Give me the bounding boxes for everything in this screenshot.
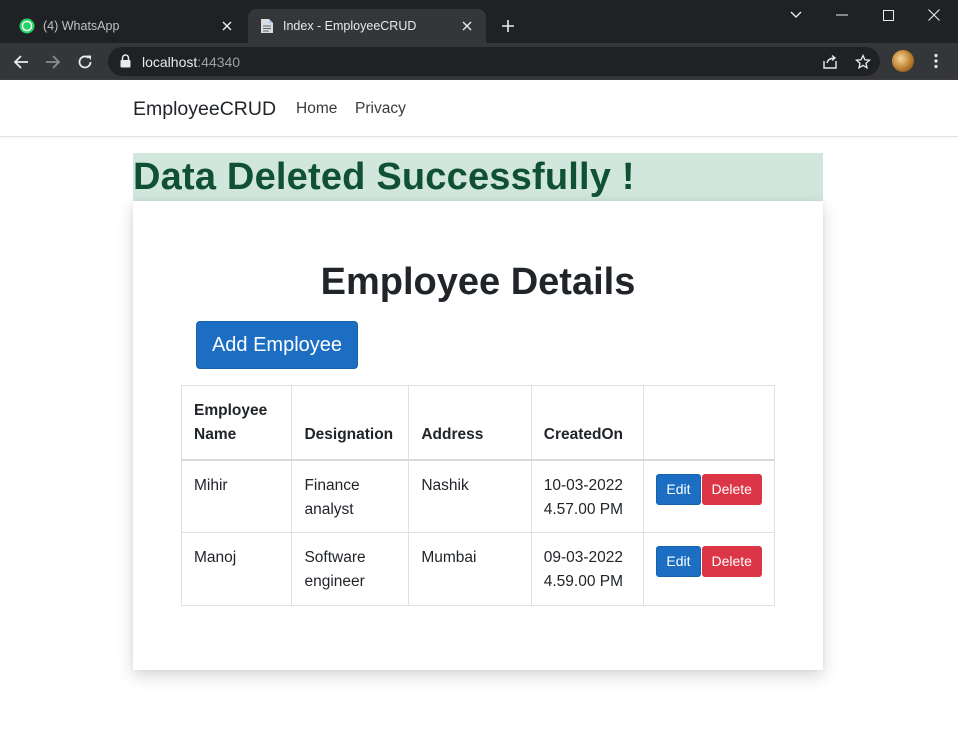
header-address: Address — [408, 385, 532, 460]
url-port: :44340 — [197, 54, 241, 70]
cell-created-on: 09-03-2022 4.59.00 PM — [530, 532, 645, 606]
cell-created-on: 10-03-2022 4.57.00 PM — [530, 459, 645, 533]
tab-title: Index - EmployeeCRUD — [283, 19, 417, 33]
table-row: Mihir Finance analyst Nashik 10-03-2022 … — [180, 459, 775, 533]
browser-tab-bar: (4) WhatsApp Index - EmployeeCRUD — [0, 0, 958, 43]
bookmark-star-icon[interactable] — [854, 53, 872, 71]
page-title: Employee Details — [320, 261, 636, 303]
forward-icon[interactable] — [40, 49, 66, 75]
header-designation: Designation — [291, 385, 410, 460]
back-icon[interactable] — [8, 49, 34, 75]
employee-card: Employee Details Add Employee Employee N… — [133, 201, 823, 670]
url-host: localhost — [142, 54, 198, 70]
cell-address: Mumbai — [408, 532, 532, 606]
edit-button[interactable]: Edit — [656, 546, 701, 577]
edit-button[interactable]: Edit — [656, 473, 701, 505]
delete-button[interactable]: Delete — [701, 546, 762, 577]
cell-designation: Software engineer — [291, 532, 410, 606]
cell-name: Manoj — [180, 532, 293, 606]
nav-link-home[interactable]: Home — [296, 100, 337, 118]
employee-table: Employee Name Designation Address Create… — [180, 385, 775, 606]
minimize-icon[interactable] — [819, 0, 865, 30]
close-tab-icon[interactable] — [217, 16, 237, 36]
url-text: localhost:44340 — [142, 54, 240, 70]
address-bar[interactable]: localhost:44340 — [108, 47, 880, 76]
lock-icon[interactable] — [120, 54, 131, 73]
tab-employeecrud[interactable]: Index - EmployeeCRUD — [248, 9, 486, 43]
reload-icon[interactable] — [72, 49, 98, 75]
close-window-icon[interactable] — [911, 0, 957, 30]
tab-whatsapp[interactable]: (4) WhatsApp — [8, 9, 246, 43]
whatsapp-icon — [19, 18, 35, 34]
table-header-row: Employee Name Designation Address Create… — [180, 385, 775, 460]
cell-name: Mihir — [180, 459, 293, 533]
page-icon — [259, 18, 275, 34]
table-row: Manoj Software engineer Mumbai 09-03-202… — [180, 532, 775, 606]
cell-actions: Edit Delete — [643, 532, 775, 606]
header-created-on: CreatedOn — [530, 385, 645, 460]
cell-address: Nashik — [408, 459, 532, 533]
more-menu-icon[interactable] — [926, 51, 946, 71]
delete-button[interactable]: Delete — [701, 473, 762, 505]
profile-avatar[interactable] — [892, 50, 914, 72]
tab-search-icon[interactable] — [773, 0, 819, 30]
cell-designation: Finance analyst — [291, 459, 410, 533]
maximize-icon[interactable] — [865, 0, 911, 30]
tab-title: (4) WhatsApp — [43, 19, 120, 33]
cell-actions: Edit Delete — [643, 459, 775, 533]
add-employee-button[interactable]: Add Employee — [196, 321, 358, 369]
new-tab-icon[interactable] — [496, 14, 520, 38]
close-tab-icon[interactable] — [457, 16, 477, 36]
nav-link-privacy[interactable]: Privacy — [355, 100, 406, 118]
browser-toolbar: localhost:44340 — [0, 43, 958, 80]
header-actions — [643, 385, 775, 460]
site-navbar: EmployeeCRUD Home Privacy — [0, 80, 958, 137]
alert-message: Data Deleted Successfully ! — [133, 156, 635, 198]
header-employee-name: Employee Name — [180, 385, 293, 460]
brand-link[interactable]: EmployeeCRUD — [133, 98, 276, 121]
success-alert: Data Deleted Successfully ! — [133, 153, 823, 201]
share-icon[interactable] — [821, 53, 839, 71]
